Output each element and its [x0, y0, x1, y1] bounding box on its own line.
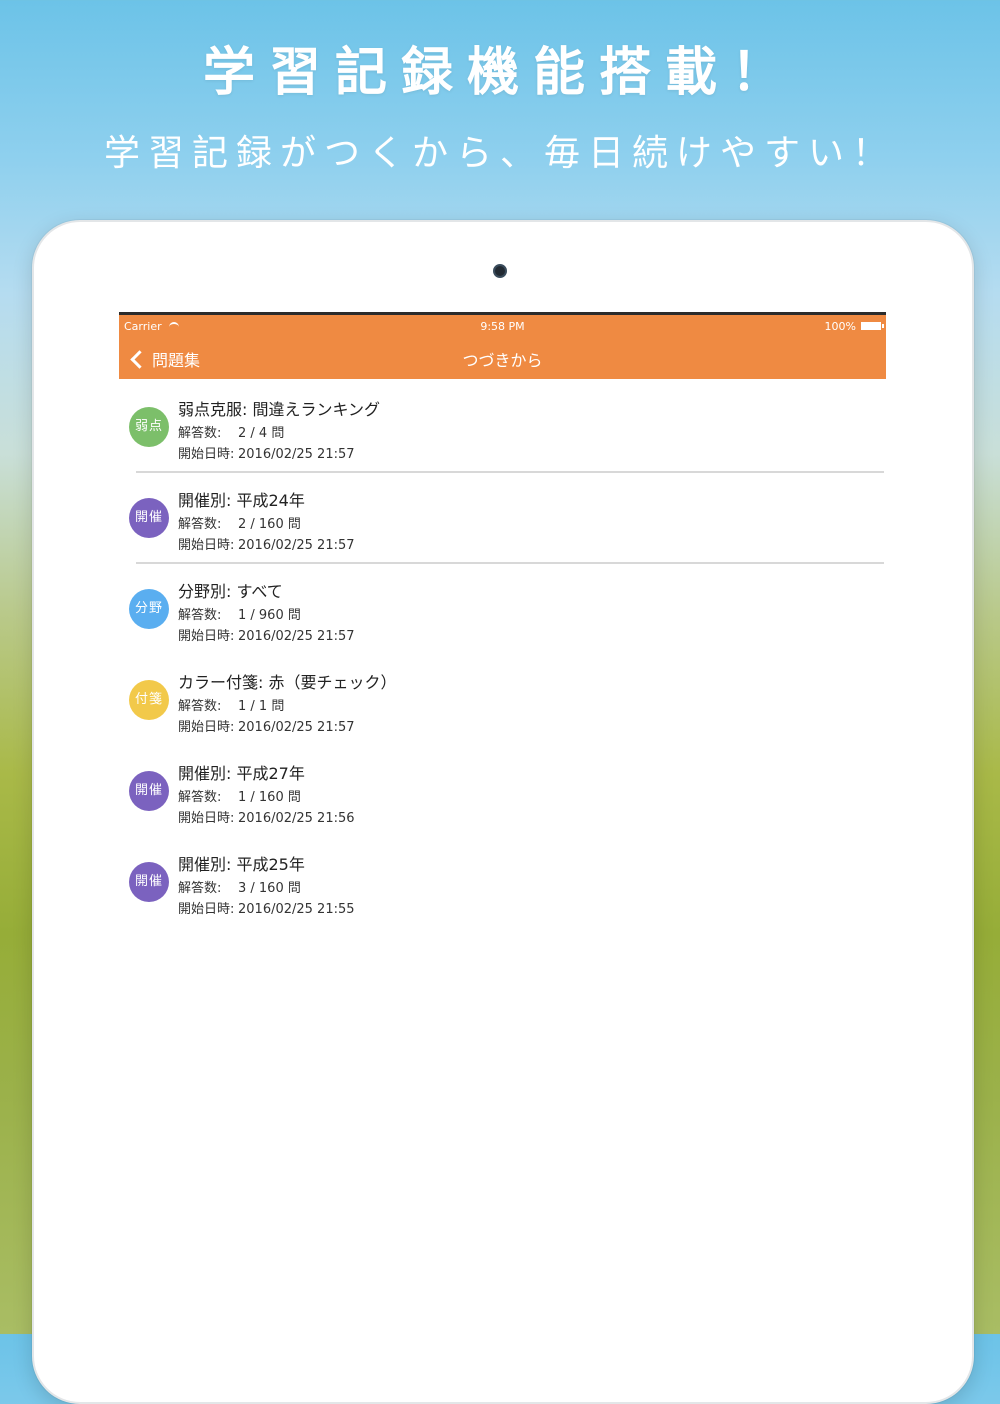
category-badge: 弱点 [129, 407, 169, 447]
answered-count: 3 / 160 問 [238, 881, 301, 896]
list-item[interactable]: 開催 開催別: 平成24年 解答数: 2 / 160 問 開始日時: 2016/02… [119, 473, 886, 564]
answered-count: 1 / 1 問 [238, 699, 285, 714]
category-badge: 開催 [129, 862, 169, 902]
status-time: 9:58 PM [480, 320, 525, 333]
started-datetime: 2016/02/25 21:57 [238, 720, 355, 735]
started-datetime: 2016/02/25 21:55 [238, 902, 355, 917]
answered-label: 解答数: [178, 426, 222, 441]
item-title: 開催別: 平成24年 [178, 491, 305, 510]
app-screen: Carrier 9:58 PM 100% 問題集 つづきから 弱点 弱点克服: … [119, 312, 886, 1337]
item-title: 分野別: すべて [178, 582, 283, 601]
started-label: 開始日時: [178, 447, 235, 462]
item-title: カラー付箋: 赤（要チェック） [178, 673, 397, 692]
answered-label: 解答数: [178, 881, 222, 896]
item-title: 開催別: 平成27年 [178, 764, 305, 783]
category-badge: 付箋 [129, 680, 169, 720]
status-battery-percent: 100% [824, 320, 856, 333]
battery-icon [861, 322, 884, 330]
answered-label: 解答数: [178, 699, 222, 714]
item-title: 開催別: 平成25年 [178, 855, 305, 874]
started-label: 開始日時: [178, 629, 235, 644]
started-label: 開始日時: [178, 811, 235, 826]
answered-count: 1 / 160 問 [238, 790, 301, 805]
started-datetime: 2016/02/25 21:56 [238, 811, 355, 826]
list-item[interactable]: 分野 分野別: すべて 解答数: 1 / 960 問 開始日時: 2016/02/2… [119, 564, 886, 655]
list-item[interactable]: 付箋 カラー付箋: 赤（要チェック） 解答数: 1 / 1 問 開始日時: 2016… [119, 655, 886, 746]
list-item[interactable]: 開催 開催別: 平成25年 解答数: 3 / 160 問 開始日時: 2016/02… [119, 837, 886, 928]
category-badge: 開催 [129, 498, 169, 538]
started-datetime: 2016/02/25 21:57 [238, 538, 355, 553]
page-title: つづきから [462, 351, 543, 370]
list-item[interactable]: 弱点 弱点克服: 間違えランキング 解答数: 2 / 4 問 開始日時: 2016/… [119, 382, 886, 473]
started-datetime: 2016/02/25 21:57 [238, 447, 355, 462]
answered-count: 2 / 4 問 [238, 426, 285, 441]
category-badge: 開催 [129, 771, 169, 811]
answered-label: 解答数: [178, 517, 222, 532]
started-datetime: 2016/02/25 21:57 [238, 629, 355, 644]
answered-label: 解答数: [178, 608, 222, 623]
item-title: 弱点克服: 間違えランキング [178, 400, 380, 419]
camera-icon [493, 264, 507, 278]
answered-label: 解答数: [178, 790, 222, 805]
navigation-bar: Carrier 9:58 PM 100% 問題集 つづきから [119, 315, 886, 379]
category-badge: 分野 [129, 589, 169, 629]
resume-list: 弱点 弱点克服: 間違えランキング 解答数: 2 / 4 問 開始日時: 2016/… [119, 382, 886, 928]
started-label: 開始日時: [178, 902, 235, 917]
started-label: 開始日時: [178, 538, 235, 553]
promo-subline: 学習記録がつくから、毎日続けやすい！ [103, 133, 896, 174]
started-label: 開始日時: [178, 720, 235, 735]
list-item[interactable]: 開催 開催別: 平成27年 解答数: 1 / 160 問 開始日時: 2016/02… [119, 746, 886, 837]
answered-count: 1 / 960 問 [238, 608, 301, 623]
answered-count: 2 / 160 問 [238, 517, 301, 532]
promo-headline: 学習記録機能搭載！ [202, 43, 797, 103]
